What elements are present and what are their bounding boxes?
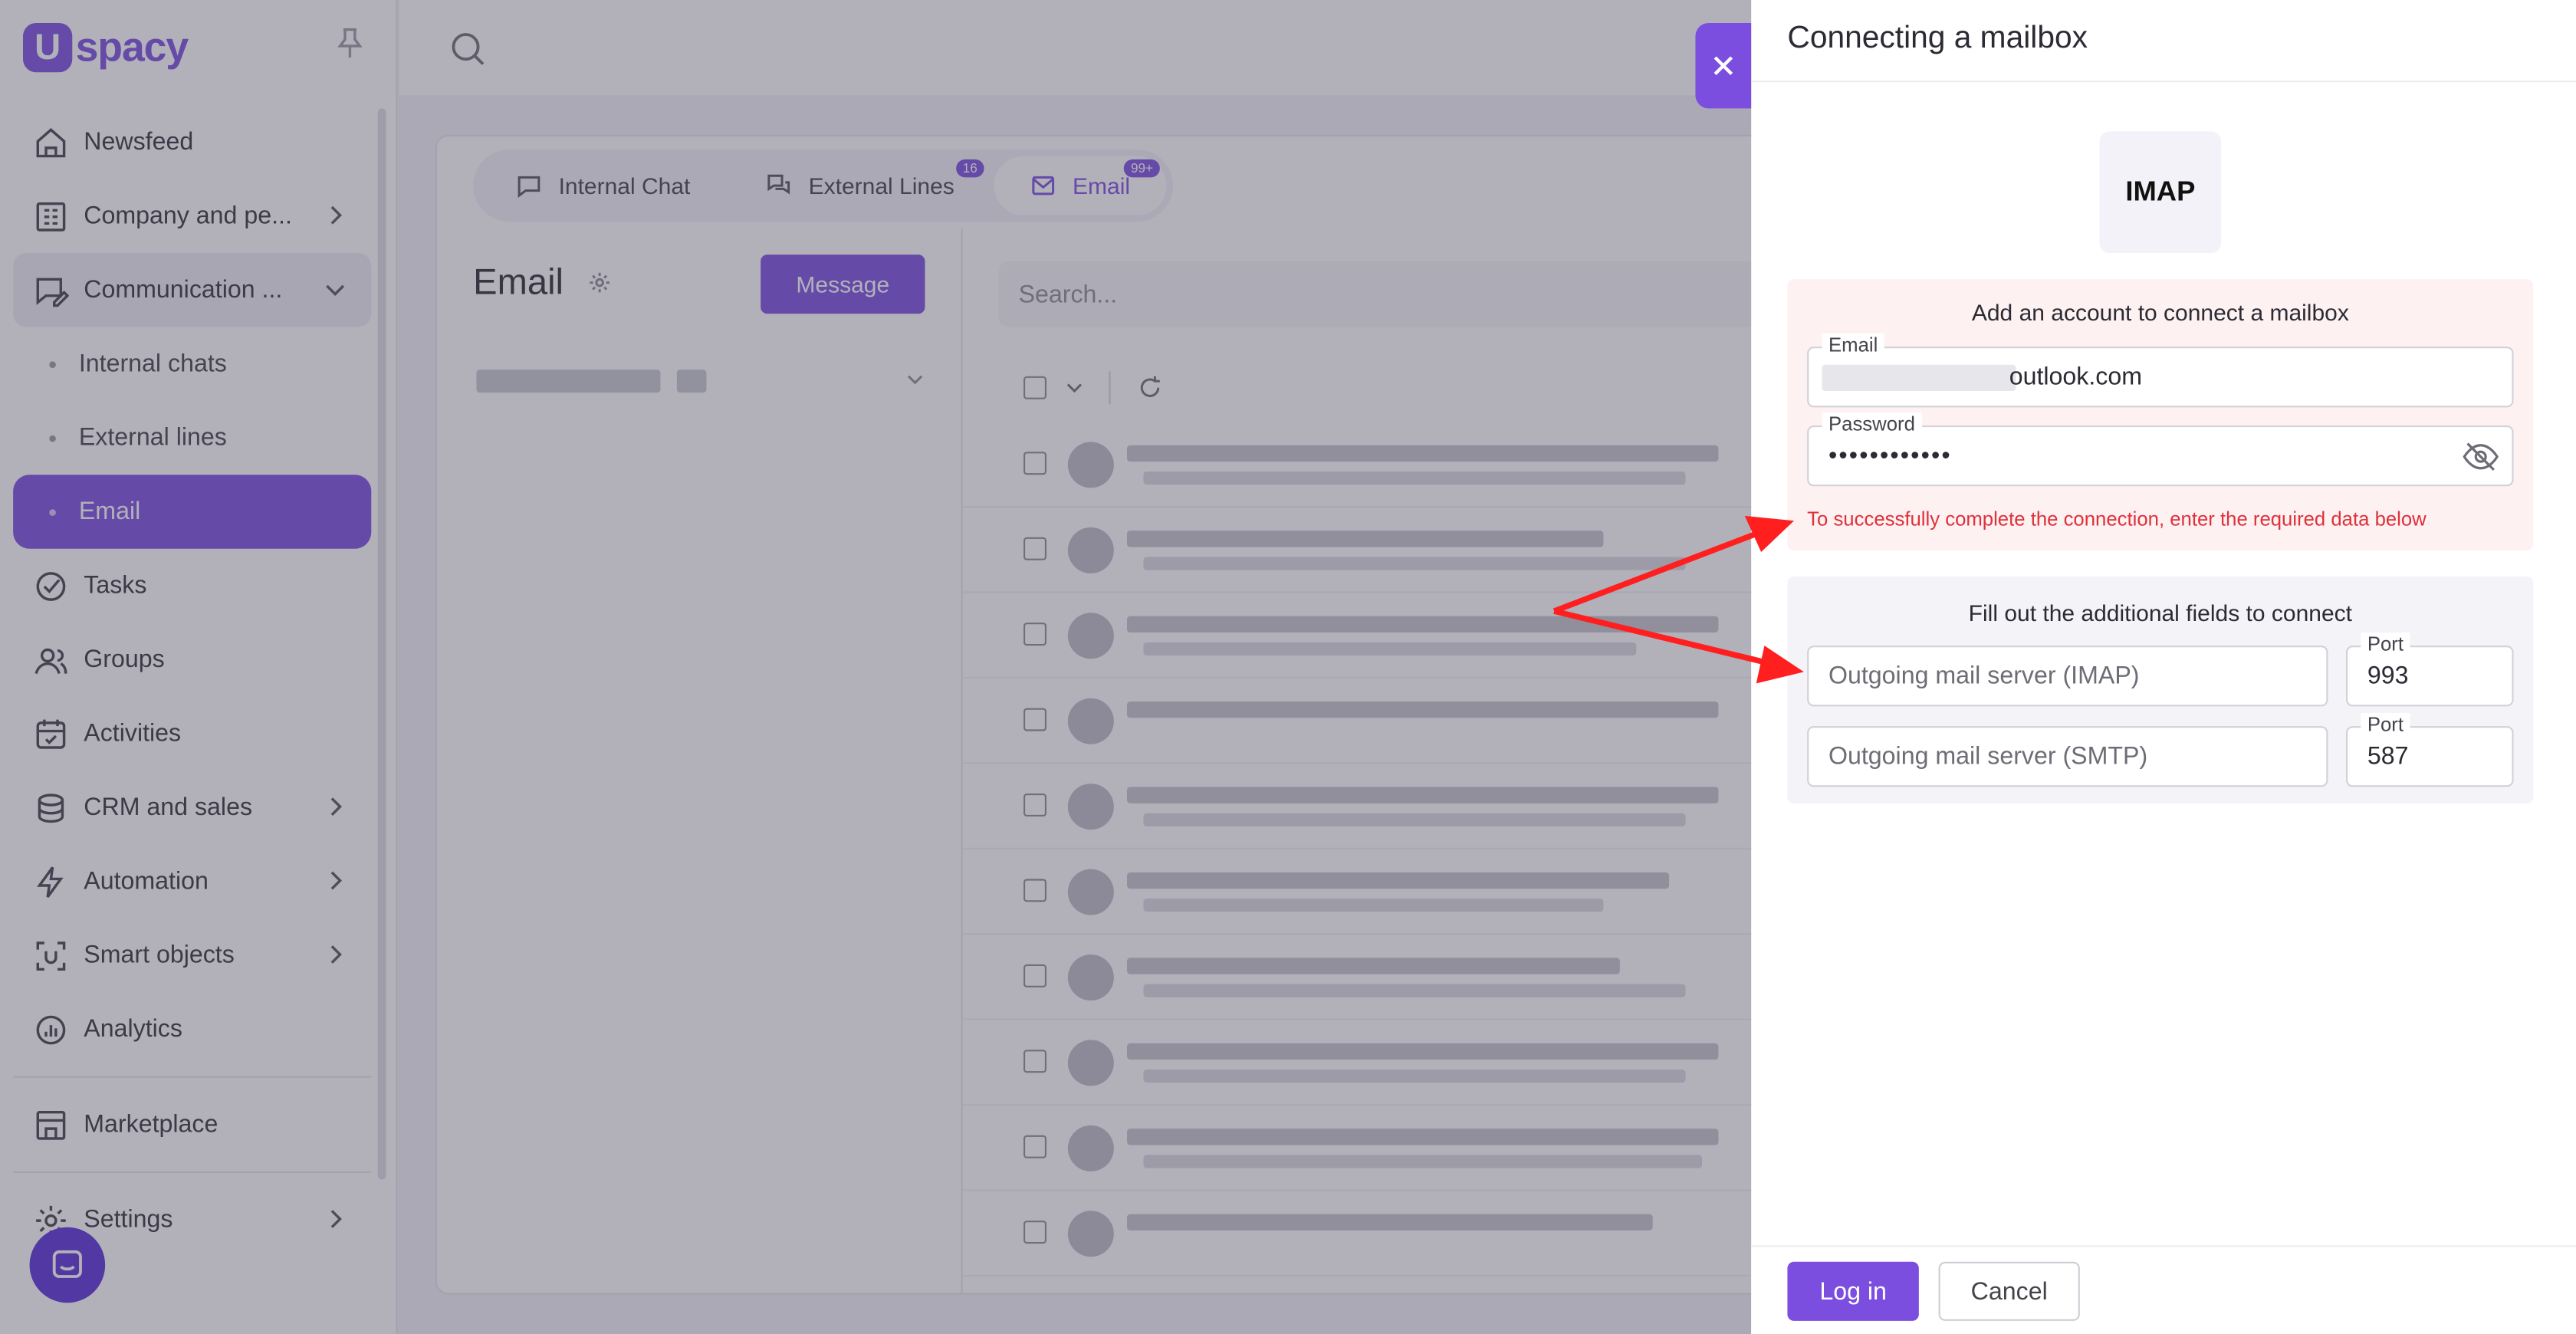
protocol-card: IMAP	[2099, 131, 2222, 253]
imap-server-field[interactable]	[1807, 646, 2328, 707]
close-icon	[1714, 56, 1733, 75]
drawer-header: Connecting a mailbox	[1751, 0, 2576, 83]
imap-server-input[interactable]	[1829, 647, 2327, 705]
connect-mailbox-drawer: Connecting a mailbox IMAP Add an account…	[1751, 0, 2576, 1334]
cancel-button[interactable]: Cancel	[1938, 1261, 2080, 1321]
smtp-port-field[interactable]: Port 587	[2346, 713, 2514, 787]
error-message: To successfully complete the connection,…	[1807, 508, 2426, 531]
additional-fields-section: Fill out the additional fields to connec…	[1787, 577, 2534, 803]
password-label: Password	[1822, 412, 1922, 435]
account-section: Add an account to connect a mailbox Emai…	[1787, 279, 2534, 550]
account-caption: Add an account to connect a mailbox	[1971, 299, 2349, 326]
port-label: Port	[2361, 713, 2410, 736]
email-field[interactable]: Email outlook.com	[1807, 334, 2514, 408]
login-button[interactable]: Log in	[1787, 1261, 1919, 1321]
drawer-footer: Log in Cancel	[1751, 1245, 2576, 1334]
smtp-port-value: 587	[2367, 742, 2409, 770]
additional-caption: Fill out the additional fields to connec…	[1968, 600, 2353, 626]
imap-port-field[interactable]: Port 993	[2346, 632, 2514, 707]
smtp-server-input[interactable]	[1829, 728, 2327, 786]
imap-port-value: 993	[2367, 662, 2409, 690]
password-field[interactable]: Password ••••••••••••	[1807, 412, 2514, 487]
eye-off-icon[interactable]	[2463, 440, 2499, 473]
password-value: ••••••••••••	[1829, 442, 1952, 470]
port-label: Port	[2361, 632, 2410, 656]
email-value: outlook.com	[2009, 363, 2143, 391]
drawer-title: Connecting a mailbox	[1787, 21, 2088, 56]
smtp-server-field[interactable]	[1807, 726, 2328, 787]
email-label: Email	[1822, 334, 1884, 356]
redacted-text	[1822, 364, 2016, 391]
close-drawer-button[interactable]	[1695, 23, 1752, 109]
modal-backdrop[interactable]	[0, 0, 1752, 1334]
